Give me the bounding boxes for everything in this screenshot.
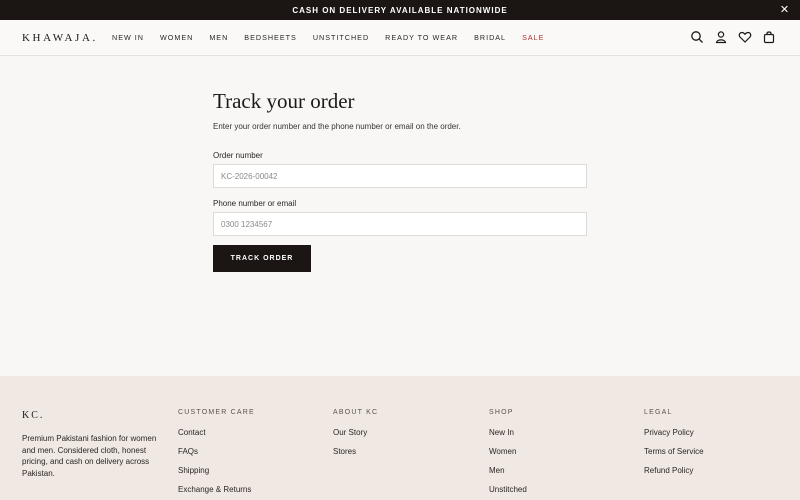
nav-ready-to-wear[interactable]: READY TO WEAR	[385, 33, 458, 42]
footer-link-men[interactable]: Men	[489, 466, 527, 476]
nav-bridal[interactable]: BRIDAL	[474, 33, 506, 42]
footer-link-contact[interactable]: Contact	[178, 428, 255, 438]
footer-heading: SHOP	[489, 409, 514, 416]
track-order-button[interactable]: TRACK ORDER	[213, 245, 311, 272]
footer-about: Premium Pakistani fashion for women and …	[22, 434, 157, 478]
search-icon[interactable]	[690, 30, 704, 44]
footer-heading: LEGAL	[644, 409, 673, 416]
footer-link-exchange[interactable]: Exchange & Returns	[178, 485, 255, 495]
footer-col-legal: LEGAL Privacy Policy Terms of Service Re…	[644, 409, 704, 485]
site-header: KHAWAJA. NEW IN WOMEN MEN BEDSHEETS UNST…	[0, 20, 800, 56]
footer-col-about: ABOUT KC Our Story Stores	[333, 409, 378, 466]
footer-link-shipping[interactable]: Shipping	[178, 466, 255, 476]
announcement-text: CASH ON DELIVERY AVAILABLE NATIONWIDE	[292, 5, 508, 15]
contact-input[interactable]	[213, 212, 587, 236]
cart-icon[interactable]	[762, 30, 776, 44]
footer-heading: ABOUT KC	[333, 409, 379, 416]
footer-heading: CUSTOMER CARE	[178, 409, 255, 416]
order-number-label: Order number	[213, 151, 263, 160]
page-title: Track your order	[213, 89, 355, 113]
nav-unstitched[interactable]: UNSTITCHED	[313, 33, 369, 42]
nav-new-in[interactable]: NEW IN	[112, 33, 144, 42]
footer-link-new-in[interactable]: New In	[489, 428, 527, 438]
main-nav: NEW IN WOMEN MEN BEDSHEETS UNSTITCHED RE…	[112, 33, 560, 42]
footer-link-stores[interactable]: Stores	[333, 447, 378, 457]
footer-link-faqs[interactable]: FAQs	[178, 447, 255, 457]
footer-logo: KC.	[22, 410, 45, 421]
contact-label: Phone number or email	[213, 199, 297, 208]
footer-link-privacy[interactable]: Privacy Policy	[644, 428, 704, 438]
order-number-input[interactable]	[213, 164, 587, 188]
footer-link-women[interactable]: Women	[489, 447, 527, 457]
footer-link-our-story[interactable]: Our Story	[333, 428, 378, 438]
account-icon[interactable]	[714, 30, 728, 44]
nav-women[interactable]: WOMEN	[160, 33, 193, 42]
nav-bedsheets[interactable]: BEDSHEETS	[244, 33, 297, 42]
logo[interactable]: KHAWAJA.	[22, 32, 98, 44]
wishlist-icon[interactable]	[738, 30, 752, 44]
nav-sale[interactable]: SALE	[522, 33, 544, 42]
footer-link-refund[interactable]: Refund Policy	[644, 466, 704, 476]
announcement-bar: CASH ON DELIVERY AVAILABLE NATIONWIDE ✕	[0, 0, 800, 20]
footer-col-customer-care: CUSTOMER CARE Contact FAQs Shipping Exch…	[178, 409, 255, 500]
footer-link-terms[interactable]: Terms of Service	[644, 447, 704, 457]
site-footer: KC. Premium Pakistani fashion for women …	[0, 376, 800, 500]
track-order-section: Track your order Enter your order number…	[0, 56, 800, 376]
header-icons	[690, 30, 776, 44]
close-icon[interactable]: ✕	[779, 4, 791, 16]
footer-link-unstitched[interactable]: Unstitched	[489, 485, 527, 495]
footer-col-shop: SHOP New In Women Men Unstitched	[489, 409, 527, 500]
nav-men[interactable]: MEN	[209, 33, 228, 42]
page-subtitle: Enter your order number and the phone nu…	[213, 122, 461, 131]
